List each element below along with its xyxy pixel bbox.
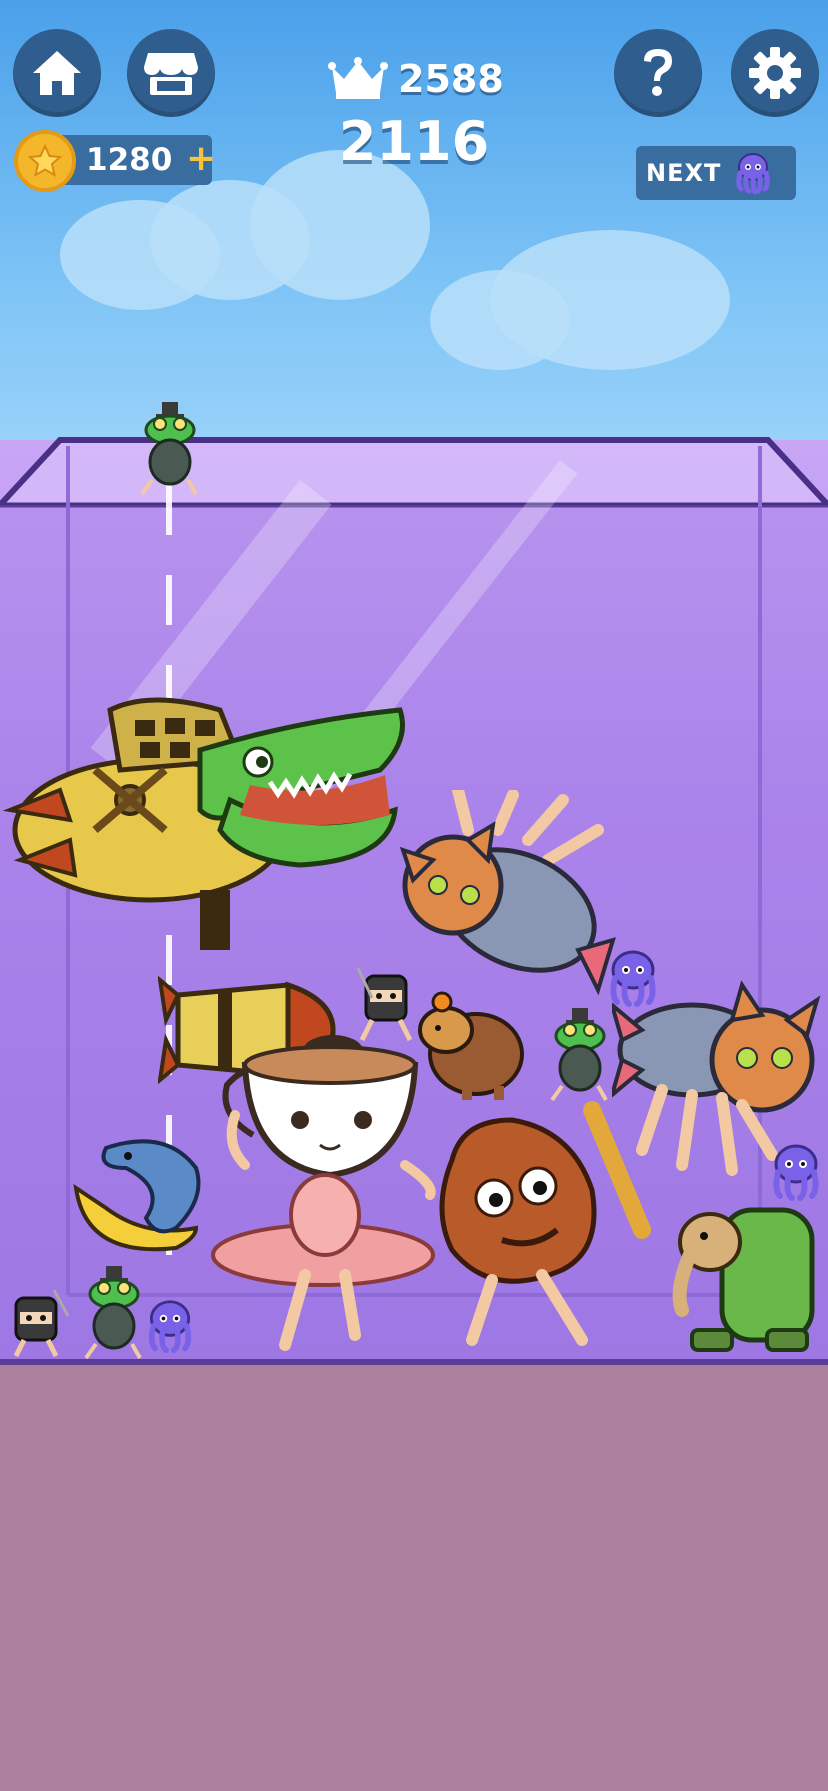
current-score: 2116 [338, 110, 490, 173]
cloud [60, 200, 220, 310]
question-icon [644, 49, 672, 96]
ninja [13, 1290, 70, 1358]
shop-icon [144, 53, 198, 95]
gear-icon [749, 47, 801, 99]
coin-amount: 1280 [86, 142, 173, 178]
frog-turtle [84, 1266, 142, 1360]
cloud [430, 270, 570, 370]
settings-button[interactable] [731, 29, 819, 117]
tree-trunk-bat [439, 1101, 651, 1346]
octopus-icon [736, 153, 771, 195]
frog-turtle [550, 1008, 608, 1102]
crown-icon [328, 57, 388, 99]
shop-button[interactable] [127, 29, 215, 117]
best-score-value: 2588 [398, 57, 504, 101]
best-score: 2588 [328, 54, 504, 104]
cactus-elephant [672, 1207, 815, 1352]
home-button[interactable] [13, 29, 101, 117]
dolphin-banana [73, 1139, 201, 1252]
star-coin-icon [14, 130, 76, 192]
cat-fish [399, 790, 616, 996]
help-button[interactable] [614, 29, 702, 117]
held-piece-frog[interactable] [134, 400, 206, 500]
crocodile-plane [2, 697, 405, 950]
coin-counter[interactable]: 1280 + [14, 130, 216, 192]
next-label: NEXT [646, 159, 722, 187]
octopus [148, 1300, 192, 1354]
cappuccino-ballerina [211, 1035, 436, 1351]
ground [0, 1362, 828, 1791]
next-piece-preview: NEXT [636, 146, 796, 200]
ninja [356, 968, 413, 1042]
home-icon [33, 51, 81, 95]
add-coins-button[interactable]: + [186, 138, 216, 179]
